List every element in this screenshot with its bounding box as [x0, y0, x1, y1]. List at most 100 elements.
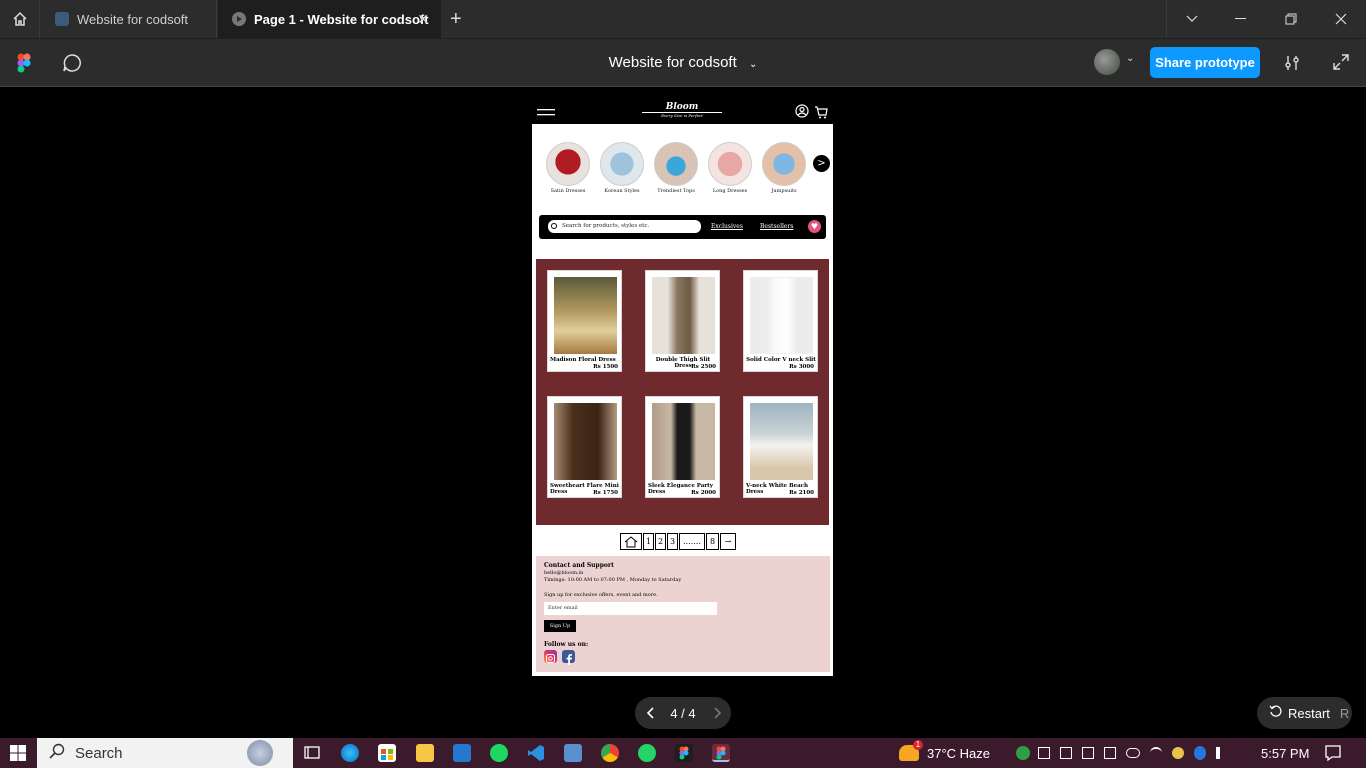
page-2-button[interactable]: 2	[655, 533, 666, 550]
close-tab-icon[interactable]: ✕	[417, 11, 429, 28]
share-prototype-button[interactable]: Share prototype	[1150, 47, 1260, 78]
remote-desktop-icon[interactable]	[564, 744, 582, 762]
product-price: Rs 1750	[593, 490, 618, 496]
chevron-down-icon[interactable]	[1166, 0, 1216, 38]
volume-icon[interactable]	[1216, 747, 1230, 759]
chevron-down-icon[interactable]: ⌄	[1126, 53, 1134, 64]
category-label: Jumpsuits	[771, 188, 797, 194]
product-image	[554, 403, 617, 480]
category-next-arrow[interactable]: >	[813, 155, 830, 172]
next-frame-icon[interactable]	[709, 705, 725, 724]
cart-icon[interactable]	[814, 104, 828, 123]
product-name: Solid Color V neck Slit	[746, 357, 816, 363]
chrome-icon[interactable]	[601, 744, 619, 762]
product-price: Rs 2000	[691, 490, 716, 496]
restart-icon	[1269, 705, 1282, 721]
cloud-icon[interactable]	[1126, 748, 1140, 758]
mail-icon[interactable]	[453, 744, 471, 762]
category-image	[762, 142, 806, 186]
app-tray-icon[interactable]	[1172, 747, 1184, 759]
contact-email[interactable]: hello@bloom.in	[544, 570, 822, 576]
home-icon[interactable]	[620, 533, 642, 550]
product-price: Rs 1500	[593, 364, 618, 370]
minimize-icon[interactable]	[1216, 0, 1266, 38]
site-search-input[interactable]: Search for products, styles etc.	[548, 220, 701, 233]
figma-app-active-icon[interactable]	[712, 744, 730, 762]
figma-app-icon[interactable]	[675, 744, 693, 762]
category-jumpsuits[interactable]: Jumpsuits	[761, 142, 807, 194]
product-card[interactable]: Sleek Elegance Party Dress Rs 2000	[645, 396, 720, 498]
nav-bestsellers-link[interactable]: Bestsellers	[760, 223, 793, 230]
category-trendiest-tops[interactable]: Trendiest Tops	[653, 142, 699, 194]
product-card[interactable]: Solid Color V neck Slit Rs 3000	[743, 270, 818, 372]
weather-icon: 1	[899, 740, 923, 761]
product-card[interactable]: Sweetheart Flare Mini Dress Rs 1750	[547, 396, 622, 498]
site-logo[interactable]: Bloom Every Size is Perfect	[642, 102, 722, 118]
newsletter-email-input[interactable]: Enter email	[544, 602, 717, 615]
category-image	[600, 142, 644, 186]
site-search-bar: Search for products, styles etc. Exclusi…	[539, 215, 826, 239]
category-image	[546, 142, 590, 186]
category-label: Long Dresses	[712, 188, 748, 194]
restore-icon[interactable]	[1266, 0, 1316, 38]
instagram-icon[interactable]	[544, 650, 557, 663]
page-1-button[interactable]: 1	[643, 533, 654, 550]
battery-icon[interactable]	[1082, 747, 1094, 759]
search-icon	[49, 743, 65, 763]
bluetooth-icon[interactable]	[1194, 746, 1206, 760]
figma-file-icon	[55, 12, 69, 26]
page-8-button[interactable]: 8	[706, 533, 719, 550]
hamburger-menu-icon[interactable]	[537, 104, 555, 123]
user-icon[interactable]	[795, 103, 809, 122]
notification-icon[interactable]	[1324, 744, 1342, 762]
product-card[interactable]: V-neck White Beach Dress Rs 2100	[743, 396, 818, 498]
signup-button[interactable]: Sign Up	[544, 620, 576, 632]
expand-icon[interactable]	[1333, 54, 1349, 75]
taskbar-search-box[interactable]: Search	[37, 738, 293, 768]
category-long-dresses[interactable]: Long Dresses	[707, 142, 753, 194]
whatsapp-icon[interactable]	[638, 744, 656, 762]
file-explorer-icon[interactable]	[416, 744, 434, 762]
restart-button[interactable]: Restart R	[1257, 697, 1352, 729]
signup-text: Sign up for exclusive offers, event and …	[544, 592, 658, 598]
heart-icon[interactable]: ♥	[808, 220, 821, 233]
logo-name: Bloom	[665, 102, 699, 112]
previous-frame-icon[interactable]	[643, 705, 659, 724]
nav-exclusives-link[interactable]: Exclusives	[711, 223, 743, 230]
display-icon[interactable]	[1104, 747, 1116, 759]
new-tab-button[interactable]: +	[450, 8, 462, 31]
page-indicator: 4 / 4	[670, 706, 696, 721]
settings-sliders-icon[interactable]	[1283, 54, 1301, 77]
follow-us-label: Follow us on:	[544, 641, 589, 648]
product-card[interactable]: Double Thigh Slit Dress Rs 2500	[645, 270, 720, 372]
home-icon[interactable]	[0, 0, 40, 38]
site-pagination: 1 2 3 ....... 8 →	[620, 533, 737, 551]
avatar[interactable]	[1094, 49, 1120, 75]
prototype-page-nav: 4 / 4	[635, 697, 731, 729]
product-card[interactable]: Madison Floral Dress Rs 1500	[547, 270, 622, 372]
defender-icon[interactable]	[1060, 747, 1072, 759]
close-window-icon[interactable]	[1316, 0, 1366, 38]
category-satin-dresses[interactable]: Satin Dresses	[545, 142, 591, 194]
clock[interactable]: 5:57 PM	[1261, 738, 1309, 768]
product-image	[652, 403, 715, 480]
store-icon[interactable]	[378, 744, 396, 762]
language-icon[interactable]	[1038, 747, 1050, 759]
spotify-icon[interactable]	[490, 744, 508, 762]
task-view-icon[interactable]	[303, 744, 321, 762]
facebook-icon[interactable]	[562, 650, 575, 665]
wifi-icon[interactable]	[1150, 747, 1162, 759]
edge-icon[interactable]	[341, 744, 359, 762]
tab-page-1[interactable]: Page 1 - Website for codsoft ✕	[218, 0, 441, 38]
product-grid: Madison Floral Dress Rs 1500 Double Thig…	[536, 259, 829, 525]
system-tray	[1016, 738, 1244, 768]
category-korean-styles[interactable]: Korean Styles	[599, 142, 645, 194]
security-icon[interactable]	[1016, 746, 1030, 760]
windows-start-icon[interactable]	[10, 745, 26, 766]
next-page-arrow[interactable]: →	[720, 533, 736, 550]
vscode-icon[interactable]	[527, 744, 545, 762]
weather-widget[interactable]: 1 37°C Haze	[899, 738, 990, 768]
category-label: Satin Dresses	[550, 188, 586, 194]
page-3-button[interactable]: 3	[667, 533, 678, 550]
tab-website-for-codsoft[interactable]: Website for codsoft	[41, 0, 217, 38]
